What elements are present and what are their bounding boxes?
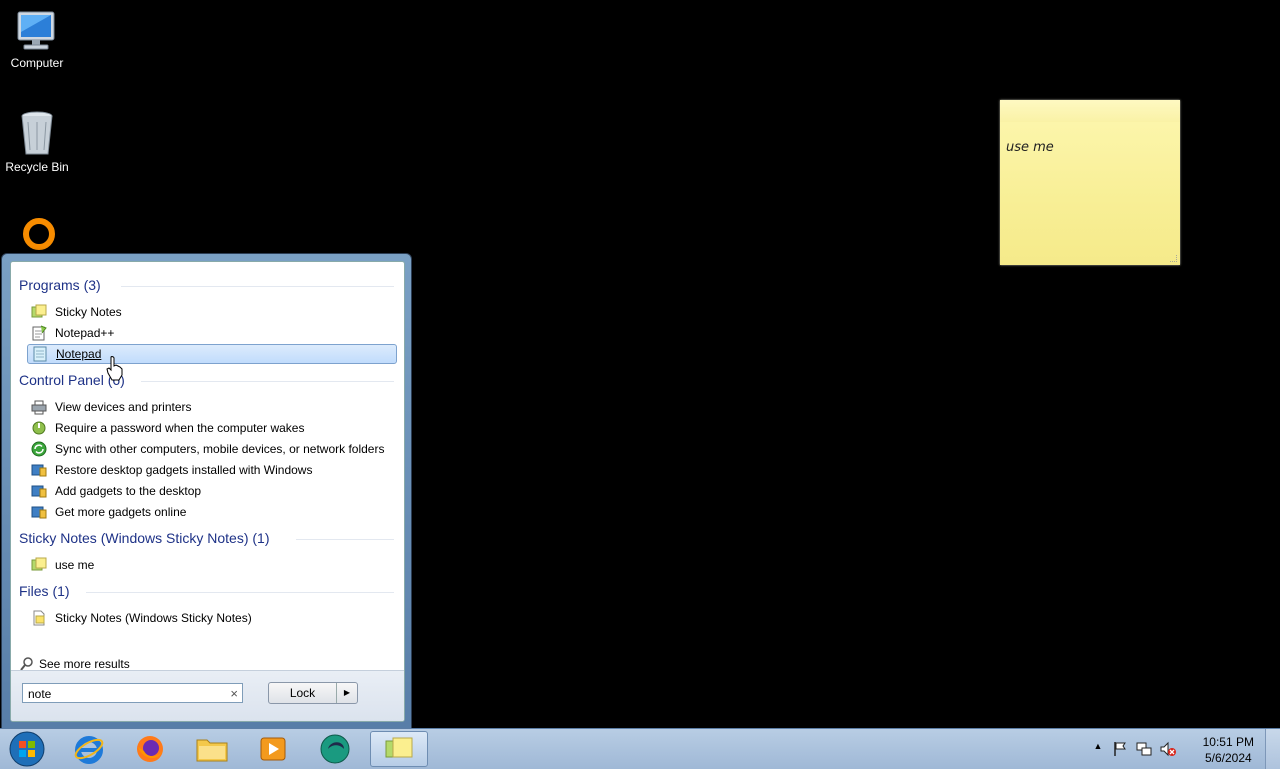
devices-printers-icon xyxy=(31,400,47,415)
search-input[interactable]: note × xyxy=(22,683,243,703)
result-label: Require a password when the computer wak… xyxy=(55,421,305,435)
search-results-panel: Programs (3) Sticky Notes Notepad++ Note… xyxy=(10,261,405,722)
sticky-notes-icon xyxy=(31,304,47,318)
result-item-require-password[interactable]: Require a password when the computer wak… xyxy=(27,418,397,438)
sticky-note-text[interactable]: use me xyxy=(1006,140,1054,155)
result-item-notepad-plus-plus[interactable]: Notepad++ xyxy=(27,323,397,343)
desktop-icon-recycle-bin[interactable]: Recycle Bin xyxy=(0,110,74,174)
divider xyxy=(121,286,394,287)
hand-cursor-icon xyxy=(106,356,123,381)
group-title-sticky-notes[interactable]: Sticky Notes (Windows Sticky Notes) (1) xyxy=(19,530,270,546)
result-item-add-gadgets[interactable]: Add gadgets to the desktop xyxy=(27,481,397,501)
volume-muted-icon[interactable] xyxy=(1160,741,1176,757)
file-explorer-icon xyxy=(196,739,228,762)
desktop-icon-app[interactable] xyxy=(0,215,74,253)
internet-explorer-icon xyxy=(74,736,104,764)
sticky-note-header[interactable] xyxy=(1000,100,1180,122)
file-icon xyxy=(33,610,45,626)
notepad-plus-plus-icon xyxy=(32,325,47,341)
see-more-label: See more results xyxy=(39,657,130,671)
result-label: use me xyxy=(55,558,95,572)
desktop-icon-label: Computer xyxy=(10,56,64,70)
result-item-sync[interactable]: Sync with other computers, mobile device… xyxy=(27,439,397,459)
app-green-icon xyxy=(320,734,350,764)
sticky-note[interactable]: use me xyxy=(1000,100,1180,265)
result-label: Notepad++ xyxy=(55,326,115,340)
clock-date: 5/6/2024 xyxy=(1204,751,1252,765)
result-label: View devices and printers xyxy=(55,400,192,414)
power-options-icon xyxy=(32,421,46,435)
result-label: Sticky Notes (Windows Sticky Notes) xyxy=(55,611,252,625)
taskbar: ▲ 10:51 PM 5/6/2024 xyxy=(0,728,1280,769)
computer-icon xyxy=(17,11,55,50)
clear-search-icon[interactable]: × xyxy=(230,686,238,701)
result-label: Sync with other computers, mobile device… xyxy=(55,442,385,456)
start-orb-icon xyxy=(9,731,45,767)
result-item-restore-gadgets[interactable]: Restore desktop gadgets installed with W… xyxy=(27,460,397,480)
result-label: Sticky Notes xyxy=(55,305,122,319)
gadgets-icon xyxy=(31,464,47,477)
system-tray: ▲ 10:51 PM 5/6/2024 xyxy=(1090,729,1280,769)
result-label: Get more gadgets online xyxy=(55,505,187,519)
result-label: Restore desktop gadgets installed with W… xyxy=(55,463,313,477)
lock-button-group: Lock ▶ xyxy=(268,682,358,704)
resize-grip-icon[interactable] xyxy=(1170,255,1177,262)
notepad-icon xyxy=(33,346,47,362)
media-player-icon xyxy=(260,737,286,761)
start-button[interactable] xyxy=(0,731,54,767)
divider xyxy=(296,539,394,540)
taskbar-file-explorer[interactable] xyxy=(185,731,239,767)
app-orange-ring-icon xyxy=(23,218,55,250)
result-label: Notepad xyxy=(56,347,102,361)
clock[interactable]: 10:51 PM 5/6/2024 xyxy=(1203,734,1254,766)
lock-button[interactable]: Lock xyxy=(269,683,337,703)
taskbar-media-player[interactable] xyxy=(246,731,300,767)
result-item-more-gadgets[interactable]: Get more gadgets online xyxy=(27,502,397,522)
divider xyxy=(141,381,394,382)
search-input-value: note xyxy=(28,687,52,701)
sync-center-icon xyxy=(31,441,47,457)
result-item-notepad[interactable]: Notepad xyxy=(27,344,397,364)
result-item-use-me[interactable]: use me xyxy=(27,555,397,575)
recycle-bin-icon xyxy=(21,111,53,155)
result-item-sticky-notes-file[interactable]: Sticky Notes (Windows Sticky Notes) xyxy=(27,608,397,628)
desktop-icon-label: Recycle Bin xyxy=(5,160,69,174)
network-icon[interactable] xyxy=(1136,741,1152,757)
clock-time: 10:51 PM xyxy=(1202,735,1254,749)
start-menu-footer: note × Lock ▶ xyxy=(11,670,404,721)
taskbar-firefox[interactable] xyxy=(123,731,177,767)
divider xyxy=(86,592,394,593)
start-menu: Programs (3) Sticky Notes Notepad++ Note… xyxy=(1,253,412,730)
desktop-icon-computer[interactable]: Computer xyxy=(0,8,74,70)
result-item-sticky-notes[interactable]: Sticky Notes xyxy=(27,302,397,322)
group-title-files[interactable]: Files (1) xyxy=(19,583,70,599)
taskbar-sticky-notes[interactable] xyxy=(370,731,428,767)
action-center-flag-icon[interactable] xyxy=(1112,741,1128,757)
gadgets-icon xyxy=(31,485,47,498)
show-hidden-icons-icon[interactable]: ▲ xyxy=(1090,741,1106,757)
result-item-devices-printers[interactable]: View devices and printers xyxy=(27,397,397,417)
search-results: Programs (3) Sticky Notes Notepad++ Note… xyxy=(11,262,404,674)
result-label: Add gadgets to the desktop xyxy=(55,484,202,498)
sticky-notes-icon xyxy=(31,557,47,571)
taskbar-internet-explorer[interactable] xyxy=(62,731,116,767)
shutdown-options-arrow-icon[interactable]: ▶ xyxy=(337,683,357,703)
sticky-notes-icon xyxy=(385,737,413,758)
show-desktop-button[interactable] xyxy=(1265,729,1280,769)
gadgets-icon xyxy=(31,506,47,519)
firefox-icon xyxy=(137,736,163,762)
group-title-programs[interactable]: Programs (3) xyxy=(19,277,101,293)
taskbar-app[interactable] xyxy=(308,731,362,767)
